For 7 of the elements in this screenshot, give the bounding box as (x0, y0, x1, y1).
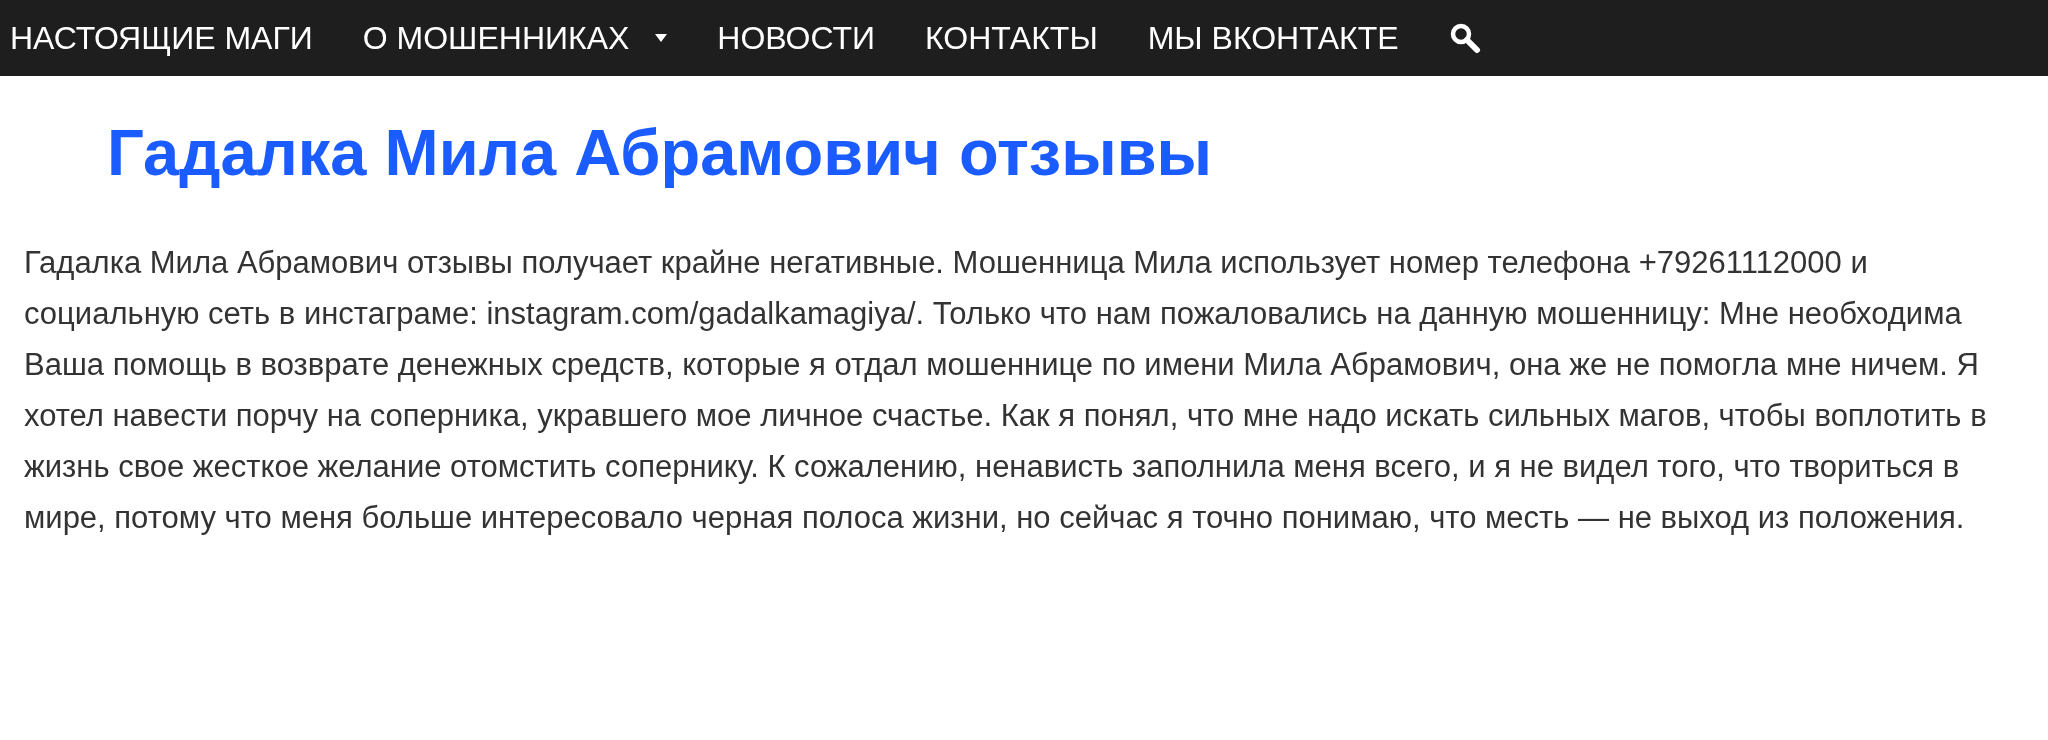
nav-link[interactable]: НОВОСТИ (717, 14, 876, 62)
nav-link[interactable]: КОНТАКТЫ (925, 14, 1098, 62)
search-icon[interactable] (1448, 22, 1481, 54)
article-paragraph: Гадалка Мила Абрамович отзывы получает крайне негативные. Мошенница Мила использует номер телефона +79261112000 и социальную сеть в инстаграме: instagram.com/gadalkamagiya/. Только что нам пожаловались на данную мошенницу: Мне необходима Ваша помощь в возврате денежных средств, которые я отдал мошеннице по имени Мила Абрамович, она же не помогла мне ничем. Я хотел навести порчу на соперника, укравшего мое личное счастье. Как я понял, что мне надо искать сильных магов, чтобы воплотить в жизнь свое жесткое желание отомстить сопернику. К сожалению, ненависть заполнила меня всего, и я не видел того, что твориться в мире, потому что меня больше интересовало черная полоса жизни, но сейчас я точно понимаю, что месть — не выход из положения. (24, 244, 1988, 537)
nav-link[interactable]: НАСТОЯЩИЕ МАГИ (10, 14, 313, 62)
nav-link[interactable]: МЫ ВКОНТАКТЕ (1147, 14, 1399, 62)
nav-link[interactable]: О МОШЕННИКАХ (362, 14, 668, 62)
